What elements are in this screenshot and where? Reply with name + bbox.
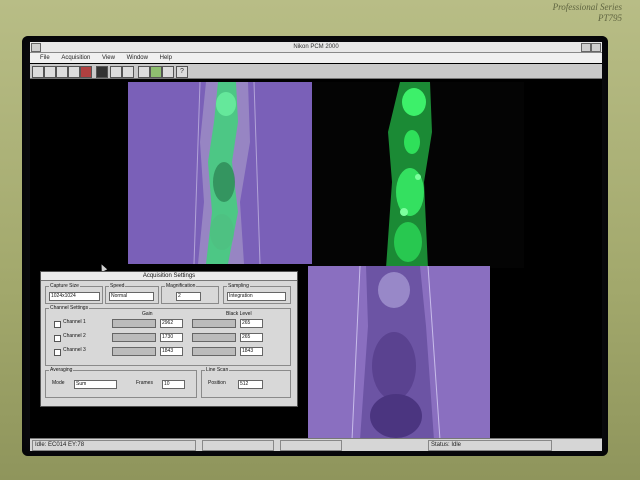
specimen-transmitted-image bbox=[351, 266, 441, 440]
help-icon[interactable]: ? bbox=[176, 66, 188, 78]
gain-label: Gain bbox=[142, 311, 153, 317]
status-state: Status: Idle bbox=[428, 440, 552, 451]
channel-2-checkbox[interactable] bbox=[54, 335, 61, 342]
averaging-mode-label: Mode bbox=[52, 380, 65, 386]
application-window: Nikon PCM 2000 File Acquisition View Win… bbox=[30, 42, 602, 451]
toolbar: ? bbox=[30, 64, 602, 79]
monitor-bezel: Professional Series PT795 Nikon PCM 2000… bbox=[0, 0, 640, 480]
color-icon[interactable] bbox=[150, 66, 162, 78]
speed-select[interactable]: Normal bbox=[109, 292, 154, 301]
line-scan-position-field[interactable]: 512 bbox=[238, 380, 263, 389]
menu-window[interactable]: Window bbox=[127, 55, 148, 61]
menu-view[interactable]: View bbox=[102, 55, 115, 61]
channel-1-checkbox[interactable] bbox=[54, 321, 61, 328]
dialog-title: Acquisition Settings bbox=[41, 272, 297, 281]
image-pane-merged[interactable] bbox=[128, 82, 316, 264]
system-menu-icon[interactable] bbox=[31, 43, 41, 52]
channel-3-gain-slider[interactable] bbox=[112, 347, 156, 356]
menu-acquisition[interactable]: Acquisition bbox=[61, 55, 90, 61]
film-icon[interactable] bbox=[80, 66, 92, 78]
stop-icon[interactable] bbox=[96, 66, 108, 78]
magnification-select[interactable]: 2 bbox=[176, 292, 201, 301]
speed-group: Speed Normal bbox=[105, 283, 159, 304]
menu-help[interactable]: Help bbox=[160, 55, 172, 61]
window-title: Nikon PCM 2000 bbox=[293, 44, 339, 50]
camera-icon[interactable] bbox=[56, 66, 68, 78]
channel-settings-group: Channel Settings Gain Black Level Channe… bbox=[45, 305, 291, 366]
adjust-icon[interactable] bbox=[138, 66, 150, 78]
channel-3-black-slider[interactable] bbox=[192, 347, 236, 356]
channel-2-gain-slider[interactable] bbox=[112, 333, 156, 342]
status-coordinates: Idle: EC014 EY:78 bbox=[32, 440, 196, 451]
averaging-frames-label: Frames bbox=[136, 380, 153, 386]
window-titlebar: Nikon PCM 2000 bbox=[30, 42, 602, 53]
status-bar: Idle: EC014 EY:78 Status: Idle bbox=[30, 438, 602, 451]
channel-3-label: Channel 3 bbox=[63, 347, 86, 353]
channel-2-label: Channel 2 bbox=[63, 333, 86, 339]
monitor-screen: Nikon PCM 2000 File Acquisition View Win… bbox=[22, 36, 608, 456]
line-scan-position-label: Position bbox=[208, 380, 226, 386]
magnification-group: Magnification 2 bbox=[161, 283, 219, 304]
averaging-group: Averaging Mode Sum Frames 10 bbox=[45, 367, 197, 398]
channel-1-label: Channel 1 bbox=[63, 319, 86, 325]
save-icon[interactable] bbox=[44, 66, 56, 78]
channel-3-checkbox[interactable] bbox=[54, 349, 61, 356]
channel-3-gain-field[interactable]: 1843 bbox=[160, 347, 183, 356]
channel-1-gain-slider[interactable] bbox=[112, 319, 156, 328]
open-icon[interactable] bbox=[32, 66, 44, 78]
channel-2-black-field[interactable]: 265 bbox=[240, 333, 263, 342]
capture-size-group: Capture Size 1024x1024 bbox=[45, 283, 103, 304]
image-pane-green-channel[interactable] bbox=[312, 82, 524, 268]
menu-bar: File Acquisition View Window Help bbox=[30, 53, 602, 63]
maximize-icon[interactable] bbox=[591, 43, 601, 52]
sampling-select[interactable]: Integration bbox=[227, 292, 286, 301]
specimen-green-image bbox=[386, 82, 432, 268]
zoom-out-icon[interactable] bbox=[122, 66, 134, 78]
averaging-frames-field[interactable]: 10 bbox=[162, 380, 185, 389]
minimize-icon[interactable] bbox=[581, 43, 591, 52]
acquisition-settings-dialog: Acquisition Settings Capture Size 1024x1… bbox=[40, 271, 298, 407]
specimen-merged-image bbox=[193, 82, 261, 264]
monitor-brand-label: Professional Series PT795 bbox=[552, 2, 622, 23]
averaging-mode-select[interactable]: Sum bbox=[74, 380, 117, 389]
status-cell-empty-2 bbox=[280, 440, 342, 451]
scan-icon[interactable] bbox=[68, 66, 80, 78]
image-pane-transmitted[interactable] bbox=[308, 266, 490, 440]
grid-icon[interactable] bbox=[162, 66, 174, 78]
channel-1-gain-field[interactable]: 2962 bbox=[160, 319, 183, 328]
channel-1-black-field[interactable]: 265 bbox=[240, 319, 263, 328]
menu-file[interactable]: File bbox=[40, 55, 50, 61]
status-cell-empty-1 bbox=[202, 440, 274, 451]
channel-1-black-slider[interactable] bbox=[192, 319, 236, 328]
zoom-in-icon[interactable] bbox=[110, 66, 122, 78]
channel-2-gain-field[interactable]: 1730 bbox=[160, 333, 183, 342]
sampling-group: Sampling Integration bbox=[223, 283, 291, 304]
capture-size-select[interactable]: 1024x1024 bbox=[49, 292, 100, 301]
black-level-label: Black Level bbox=[226, 311, 252, 317]
channel-3-black-field[interactable]: 1843 bbox=[240, 347, 263, 356]
channel-2-black-slider[interactable] bbox=[192, 333, 236, 342]
line-scan-group: Line Scan Position 512 bbox=[201, 367, 291, 398]
